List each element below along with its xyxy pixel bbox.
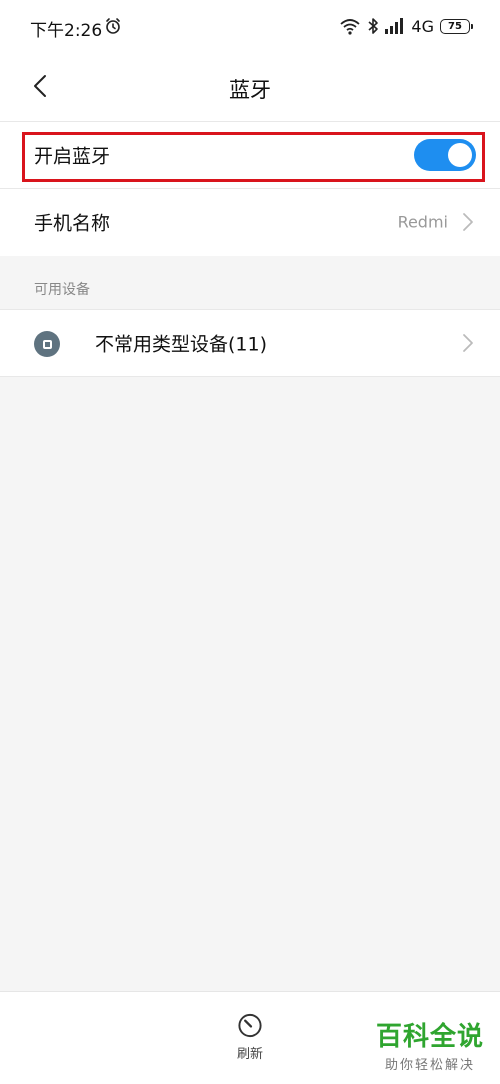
device-list-item-label: 不常用类型设备(11) [95, 333, 268, 356]
watermark-subtitle: 助你轻松解决 [384, 1058, 475, 1073]
switch-knob [448, 143, 472, 167]
title-bar: 蓝牙 [0, 54, 500, 120]
refresh-label: 刷新 [236, 1047, 263, 1062]
bluetooth-icon [368, 18, 379, 34]
section-label-available-devices: 可用设备 [34, 282, 90, 298]
alarm-icon [106, 18, 120, 34]
refresh-icon [238, 1013, 262, 1038]
device-type-icon [34, 331, 60, 357]
signal-icon [385, 18, 404, 34]
bluetooth-toggle-label: 开启蓝牙 [34, 145, 111, 168]
status-time: 下午2:26 [30, 21, 103, 41]
bluetooth-switch[interactable] [414, 139, 476, 171]
refresh-button[interactable]: 刷新 [222, 1012, 278, 1062]
battery-level: 75 [448, 20, 462, 32]
divider [0, 376, 500, 377]
page-title: 蓝牙 [229, 78, 271, 102]
watermark: 百科全说 助你轻松解决 [376, 1022, 484, 1073]
chevron-right-icon [463, 213, 473, 231]
device-name-label: 手机名称 [34, 212, 111, 235]
battery-icon: 75 [440, 18, 473, 34]
status-bar: 下午2:26 4G 75 [0, 0, 500, 54]
device-name-value: Redmi [397, 212, 448, 232]
watermark-title: 百科全说 [375, 1022, 484, 1052]
network-type: 4G [411, 16, 434, 36]
device-name-row[interactable]: 手机名称 Redmi [0, 189, 500, 255]
chevron-right-icon [463, 334, 473, 352]
wifi-icon [340, 19, 361, 35]
